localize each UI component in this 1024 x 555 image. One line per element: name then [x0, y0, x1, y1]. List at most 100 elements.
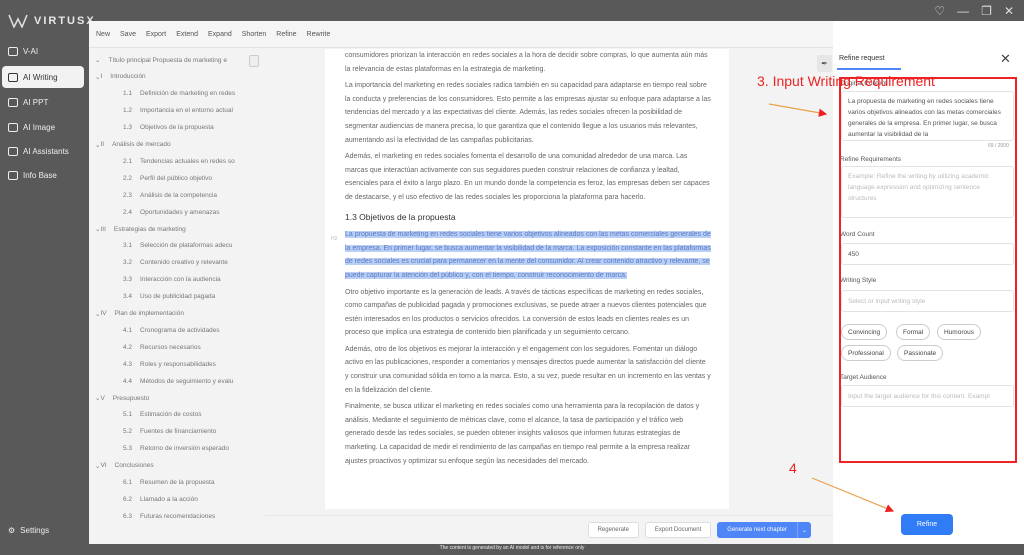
main-editor: New Save Export Extend Expand Shorten Refine Re… — [89, 21, 833, 544]
toc-item[interactable]: ⌄ II Análisis de mercado — [95, 139, 171, 151]
toc-number: 4.2 — [123, 343, 133, 351]
toc-item[interactable]: 4.2 Recursos necesarios — [123, 341, 201, 353]
logo-mark-icon — [8, 14, 28, 28]
document-page[interactable]: consumidores priorizan la interacción en… — [325, 49, 729, 509]
toc-number: 5.1 — [123, 411, 133, 419]
toolbar-export-button[interactable]: Export — [146, 31, 166, 38]
toc-number: 1.1 — [123, 90, 133, 98]
book-icon — [8, 170, 18, 180]
toc-collapse-toggle[interactable] — [249, 55, 259, 67]
sidebar: V-AI AI Writing AI PPT AI Image AI Assistant… — [0, 40, 88, 555]
toc-item[interactable]: 2.1 Tendencias actuales en redes so — [123, 155, 235, 167]
toc-item[interactable]: 6.1 Resumen de la propuesta — [123, 477, 214, 489]
toc-title: Estimación de costos — [140, 411, 202, 419]
toc-number: 3.2 — [123, 259, 133, 267]
toolbar-refine-button[interactable]: Refine — [276, 31, 296, 38]
close-icon[interactable]: ✕ — [1000, 51, 1011, 67]
toolbar-extend-button[interactable]: Extend — [176, 31, 198, 38]
generate-next-group: Generate next chapter ⌄ — [717, 522, 811, 538]
toc-item[interactable]: 1.1 Definición de marketing en redes — [123, 88, 235, 100]
toc-number: VI — [100, 462, 107, 470]
paragraph: La importancia del marketing en redes so… — [345, 82, 711, 144]
edit-icon[interactable]: ✒ — [817, 55, 832, 72]
toc-number: 3.1 — [123, 242, 133, 250]
sidebar-item-label: AI Assistants — [23, 146, 69, 156]
toc-item[interactable]: 4.4 Métodos de seguimiento y evalu — [123, 375, 233, 387]
toolbar-new-button[interactable]: New — [96, 31, 110, 38]
toc-item[interactable]: 3.2 Contenido creativo y relevante — [123, 257, 228, 269]
gear-icon: ⚙ — [8, 526, 16, 535]
toc-item[interactable]: 4.3 Roles y responsabilidades — [123, 358, 216, 370]
toc-item[interactable]: 3.3 Interacción con la audiencia — [123, 274, 221, 286]
toc-item[interactable]: ⌄ V Presupuesto — [95, 392, 149, 404]
toc-item[interactable]: 6.2 Llamado a la acción — [123, 493, 198, 505]
sidebar-item-ai-assistants[interactable]: AI Assistants — [2, 140, 84, 162]
toc-item[interactable]: 3.1 Selección de plataformas adecu — [123, 240, 233, 252]
sidebar-item-ai-writing[interactable]: AI Writing — [2, 66, 84, 88]
toc-item[interactable]: 5.3 Retorno de inversión esperado — [123, 443, 229, 455]
tab-refine-request[interactable]: Refine request — [839, 55, 885, 62]
toc-title: Fuentes de financiamiento — [140, 428, 217, 436]
chevron-down-icon[interactable]: ⌄ — [95, 56, 100, 64]
restore-icon[interactable]: ❐ — [981, 4, 992, 18]
toc-title: Importancia en el entorno actual — [140, 107, 233, 115]
chevron-down-icon[interactable]: ⌄ — [797, 522, 811, 538]
toc-number: 6.1 — [123, 479, 133, 486]
refine-button[interactable]: Refine — [901, 514, 953, 535]
logo-text: VIRTUSX — [34, 15, 96, 27]
toc-title: Cronograma de actividades — [140, 326, 220, 334]
toc-item[interactable]: ⌄ III Estrategias de marketing — [95, 223, 186, 235]
toc-item[interactable]: 1.2 Importancia en el entorno actual — [123, 105, 233, 117]
toc-number: II — [100, 141, 105, 148]
toc-title: Retorno de inversión esperado — [140, 445, 229, 453]
app-window: VIRTUSX ♡ — ❐ ✕ V-AI AI Writing AI PPT AI I… — [0, 0, 1024, 555]
toc-item[interactable]: 1.3 Objetivos de la propuesta — [123, 122, 214, 134]
toc-title: Tendencias actuales en redes so — [140, 157, 235, 165]
toc-item[interactable]: ⌄ I Introducción — [95, 71, 146, 83]
sidebar-item-label: AI PPT — [23, 97, 49, 107]
toolbar-rewrite-button[interactable]: Rewrite — [307, 31, 331, 38]
sidebar-item-label: AI Writing — [23, 72, 58, 82]
toc-item[interactable]: 2.2 Perfil del público objetivo — [123, 172, 212, 184]
logo: VIRTUSX — [8, 14, 96, 28]
toc-title: Roles y responsabilidades — [140, 360, 216, 368]
toc-title: Título principal Propuesta de marketing … — [108, 56, 227, 64]
toolbar-shorten-button[interactable]: Shorten — [242, 31, 267, 38]
toc-item[interactable]: 6.3 Futuras recomendaciones — [123, 510, 215, 522]
toc-item[interactable]: ⌄ VI Conclusiones — [95, 460, 154, 472]
sidebar-item-info-base[interactable]: Info Base — [2, 164, 84, 186]
toc-item[interactable]: 3.4 Uso de publicidad pagada — [123, 291, 215, 303]
toc-title: Métodos de seguimiento y evalu — [140, 377, 234, 385]
annotation-highlight-box — [839, 77, 1017, 463]
sidebar-item-v-ai[interactable]: V-AI — [2, 40, 84, 62]
toc-item[interactable]: 5.2 Fuentes de financiamiento — [123, 426, 216, 438]
toc-item[interactable]: 5.1 Estimación de costos — [123, 409, 201, 421]
toc-item[interactable]: 2.3 Análisis de la competencia — [123, 189, 217, 201]
generate-next-chapter-button[interactable]: Generate next chapter — [717, 522, 797, 538]
settings-button[interactable]: ⚙ Settings — [8, 526, 49, 535]
minimize-icon[interactable]: — — [957, 4, 969, 18]
sidebar-item-ai-image[interactable]: AI Image — [2, 116, 84, 138]
toolbar-expand-button[interactable]: Expand — [208, 31, 232, 38]
toc-number: 6.3 — [123, 512, 133, 520]
toc-title: Selección de plataformas adecu — [140, 242, 233, 250]
toolbar-save-button[interactable]: Save — [120, 31, 136, 38]
export-document-button[interactable]: Export Document — [644, 522, 712, 538]
annotation-step4: 4 — [789, 460, 797, 476]
settings-label: Settings — [20, 526, 50, 535]
toc-number: 6.2 — [123, 495, 133, 503]
bell-icon[interactable]: ♡ — [934, 4, 945, 18]
toc-item[interactable]: 2.4 Oportunidades y amenazas — [123, 206, 220, 218]
toc-item[interactable]: 4.1 Cronograma de actividades — [123, 324, 220, 336]
sidebar-item-ai-ppt[interactable]: AI PPT — [2, 91, 84, 113]
regenerate-button[interactable]: Regenerate — [587, 522, 639, 538]
bottom-action-bar: Regenerate Export Document Generate next… — [265, 515, 833, 544]
toc-title: Contenido creativo y relevante — [140, 259, 228, 267]
footer-disclaimer: The content is generated by an AI model … — [439, 545, 585, 551]
close-window-icon[interactable]: ✕ — [1004, 4, 1014, 18]
toc-item[interactable]: ⌄ IV Plan de implementación — [95, 308, 184, 320]
toc-number: III — [100, 225, 106, 233]
toc-number: 5.2 — [123, 428, 133, 436]
sidebar-item-label: Info Base — [23, 170, 57, 180]
toc-item[interactable]: ⌄ Título principal Propuesta de marketin… — [95, 54, 227, 66]
